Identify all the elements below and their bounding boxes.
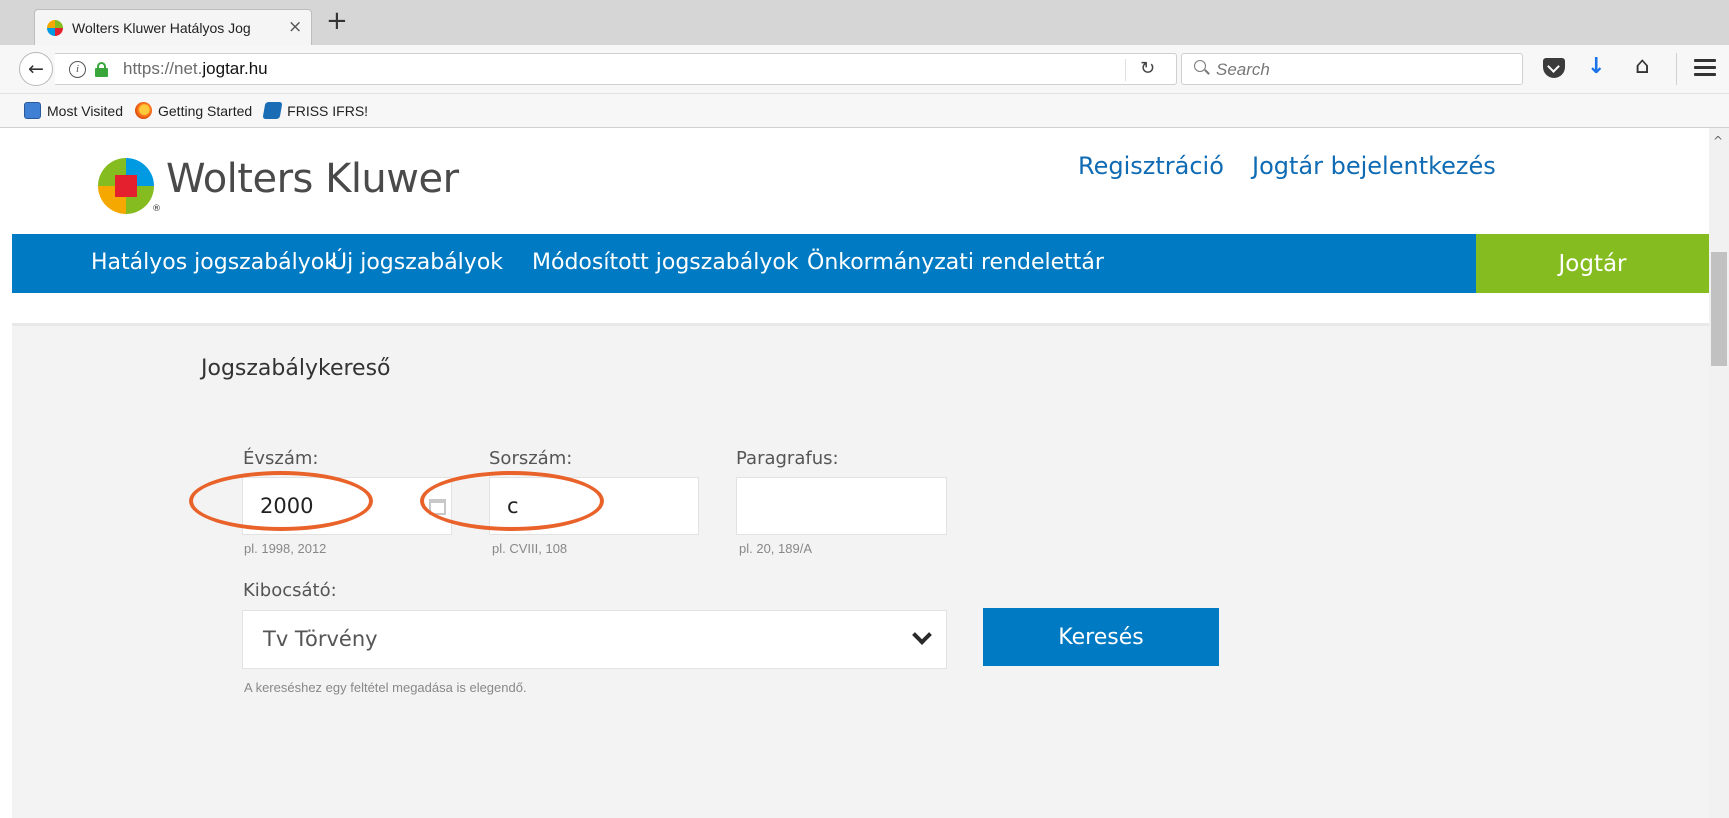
firefox-icon [135,102,152,119]
year-label: Évszám: [243,448,319,469]
download-arrow-icon[interactable]: ↓ [1587,54,1605,79]
tab-close-icon[interactable]: × [288,19,302,36]
search-icon [1194,60,1206,72]
scroll-thumb[interactable] [1711,252,1727,366]
url-text[interactable]: https://net.jogtar.hu [123,59,268,79]
browser-search-input[interactable]: Search [1181,53,1523,85]
login-link[interactable]: Jogtár bejelentkezés [1252,152,1496,180]
jogtar-button[interactable]: Jogtár [1476,234,1709,293]
register-link[interactable]: Regisztráció [1078,152,1224,180]
new-tab-icon[interactable]: + [326,8,348,34]
page-scrollbar[interactable]: ^ [1709,128,1729,818]
issuer-value: Tv Törvény [263,627,378,651]
year-hint: pl. 1998, 2012 [244,541,327,556]
reload-icon[interactable]: ↻ [1140,58,1155,79]
nav-item-onkormanyzati[interactable]: Önkormányzati rendelettár [807,250,1104,275]
chevron-down-icon [912,625,932,645]
tab-strip: Wolters Kluwer Hatályos Jog × + [0,0,1729,45]
nav-item-uj[interactable]: Új jogszabályok [331,250,503,275]
lock-icon [95,62,108,77]
paragraph-hint: pl. 20, 189/A [739,541,812,556]
bookmark-most-visited[interactable]: Most Visited [24,102,123,119]
pocket-icon[interactable] [1543,58,1565,78]
year-input[interactable]: 2000 [242,477,452,535]
year-value: 2000 [260,494,314,518]
search-button[interactable]: Keresés [983,608,1219,666]
nav-item-modositott[interactable]: Módosított jogszabályok [532,250,799,275]
search-note: A kereséshez egy feltétel megadása is el… [244,680,527,695]
toolbar-divider [1676,53,1677,85]
browser-tab[interactable]: Wolters Kluwer Hatályos Jog × [34,9,312,45]
issuer-label: Kibocsátó: [243,580,337,601]
tab-title: Wolters Kluwer Hatályos Jog [72,19,251,36]
kh-icon [262,102,283,119]
paragraph-label: Paragrafus: [736,448,839,469]
number-label: Sorszám: [489,448,573,469]
url-prefix: https://net. [123,59,203,78]
address-bar[interactable]: i https://net.jogtar.hu ↻ [55,53,1177,85]
browser-window: Wolters Kluwer Hatályos Jog × + ← i http… [0,0,1729,818]
bookmark-friss-ifrs[interactable]: FRISS IFRS! [262,102,369,119]
number-input[interactable]: c [489,477,699,535]
navigation-toolbar: ← i https://net.jogtar.hu ↻ Search ↓ ⌂ [0,45,1729,94]
bookmark-label: Most Visited [47,102,123,119]
most-visited-icon [24,102,41,119]
hamburger-menu-icon[interactable] [1694,59,1716,77]
registered-mark: ® [152,204,161,214]
main-navigation: Hatályos jogszabályok Új jogszabályok Mó… [12,234,1709,293]
bookmarks-toolbar: Most Visited Getting Started FRISS IFRS! [0,94,1729,128]
back-arrow-icon[interactable]: ← [19,52,53,86]
calendar-icon[interactable] [429,499,446,515]
section-title: Jogszabálykereső [201,356,391,381]
wolters-kluwer-logo-icon[interactable] [98,158,154,214]
site-info-icon[interactable]: i [69,61,86,78]
bookmark-label: FRISS IFRS! [287,102,369,119]
scroll-up-icon[interactable]: ^ [1713,134,1723,148]
url-divider [1125,59,1126,81]
url-domain: jogtar.hu [202,59,268,78]
web-page: ® Wolters Kluwer Regisztráció Jogtár bej… [12,128,1709,818]
search-placeholder: Search [1216,60,1270,79]
bookmark-getting-started[interactable]: Getting Started [135,102,252,119]
paragraph-input[interactable] [736,477,947,535]
number-value: c [507,494,519,518]
nav-item-hatalyos[interactable]: Hatályos jogszabályok [91,250,337,275]
logo-wordmark[interactable]: Wolters Kluwer [166,156,459,202]
issuer-select[interactable]: Tv Törvény [242,610,947,669]
search-panel: Jogszabálykereső Évszám: Sorszám: Paragr… [12,323,1709,818]
home-icon[interactable]: ⌂ [1635,53,1650,79]
bookmark-label: Getting Started [158,102,253,119]
wolters-kluwer-favicon-icon [47,19,63,36]
number-hint: pl. CVIII, 108 [492,541,568,556]
